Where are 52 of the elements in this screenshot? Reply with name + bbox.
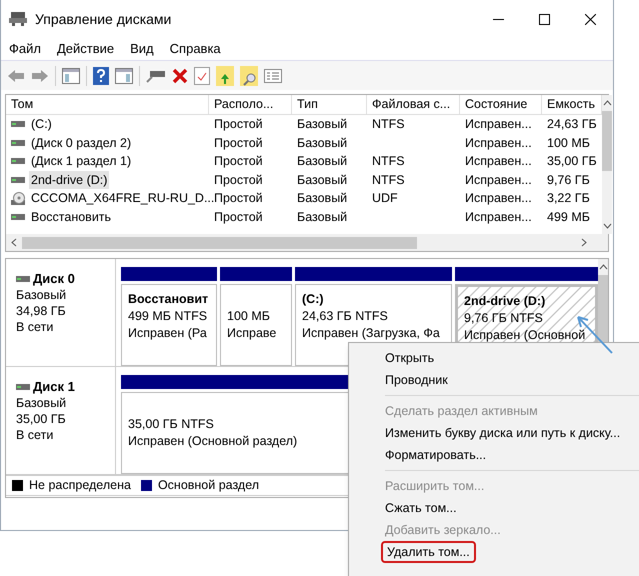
table-cell-text: Базовый bbox=[297, 116, 348, 133]
partition-status: Исправен (Ра bbox=[128, 325, 207, 342]
table-cell-text: 35,00 ГБ bbox=[547, 153, 597, 170]
partition-status: Исправен (Загрузка, Фа bbox=[302, 325, 440, 342]
table-cell-text: 100 МБ bbox=[547, 134, 590, 152]
legend-label: Основной раздел bbox=[158, 477, 260, 494]
partition-label: Восстановит bbox=[128, 291, 208, 308]
table-cell-text: UDF bbox=[372, 190, 398, 208]
partition-status: Исправен (Основной bbox=[464, 327, 586, 344]
table-cell-text: Простой bbox=[214, 190, 263, 208]
table-cell-text: 499 МБ bbox=[547, 208, 590, 226]
disk-size: 35,00 ГБ bbox=[16, 411, 67, 427]
table-cell-text: 9,76 ГБ bbox=[547, 172, 590, 189]
partition-size: 499 МБ NTFS bbox=[128, 308, 208, 325]
table-cell-text: 3,22 ГБ bbox=[547, 190, 590, 208]
table-cell-text: Простой bbox=[214, 116, 263, 133]
disk-type: Базовый bbox=[16, 395, 68, 411]
table-cell-text: NTFS bbox=[372, 172, 405, 189]
table-cell-text: 24,63 ГБ bbox=[547, 116, 597, 133]
table-cell-text: Простой bbox=[214, 153, 263, 170]
disk-size: 34,98 ГБ bbox=[16, 303, 67, 319]
table-cell-text: Простой bbox=[214, 208, 263, 226]
disk-name: Диск 1 bbox=[33, 379, 75, 395]
table-cell-text: Базовый bbox=[297, 153, 348, 170]
table-cell-text: Исправен... bbox=[465, 134, 532, 152]
disk-status: В сети bbox=[16, 427, 54, 443]
partition-status: Исправе bbox=[227, 325, 276, 342]
table-cell-text: Базовый bbox=[297, 134, 348, 152]
partition-label: (C:) bbox=[302, 291, 324, 308]
partition-label: 2nd-drive (D:) bbox=[464, 293, 546, 310]
table-cell-text: NTFS bbox=[372, 116, 405, 133]
table-cell-text: Исправен... bbox=[465, 172, 532, 189]
table-cell-text: Исправен... bbox=[465, 153, 532, 170]
disk-status: В сети bbox=[16, 319, 54, 335]
table-cell-text: Исправен... bbox=[465, 208, 532, 226]
table-cell-text: Исправен... bbox=[465, 116, 532, 133]
table-cell-text: Исправен... bbox=[465, 190, 532, 208]
table-cell-text: Базовый bbox=[297, 172, 348, 189]
table-cell-text: Простой bbox=[214, 172, 263, 189]
partition-size: 35,00 ГБ NTFS bbox=[128, 416, 214, 433]
disk-type: Базовый bbox=[16, 287, 68, 303]
legend-label: Не распределена bbox=[29, 477, 131, 494]
table-cell-text: Базовый bbox=[297, 190, 348, 208]
partition-size: 9,76 ГБ NTFS bbox=[464, 310, 543, 327]
partition-size: 100 МБ bbox=[227, 308, 270, 325]
table-cell-text: NTFS bbox=[372, 153, 405, 170]
partition-status: Исправен (Основной раздел) bbox=[128, 433, 298, 450]
table-cell-text: Простой bbox=[214, 134, 263, 152]
window-title: Управление дисками bbox=[35, 10, 172, 29]
table-cell-text: Базовый bbox=[297, 208, 348, 226]
disk-name: Диск 0 bbox=[33, 271, 75, 287]
partition-size: 24,63 ГБ NTFS bbox=[302, 308, 388, 325]
